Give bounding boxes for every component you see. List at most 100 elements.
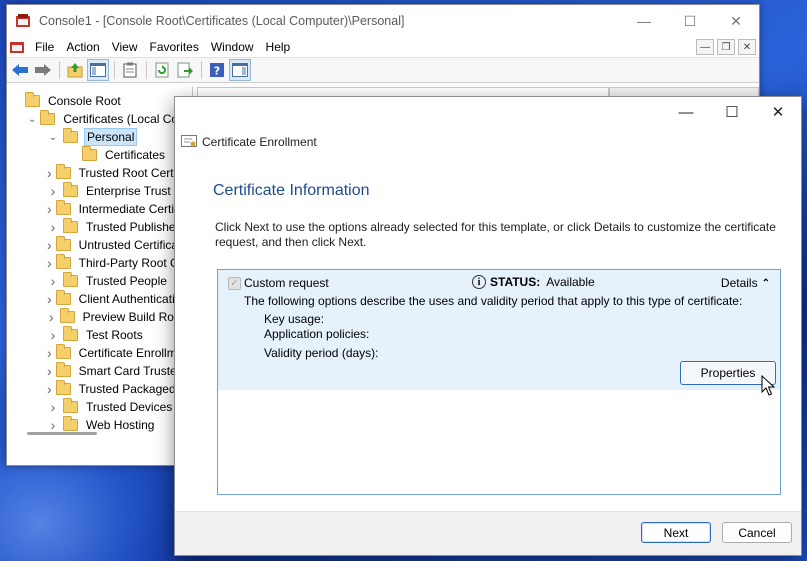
up-one-level-icon[interactable] (64, 59, 86, 81)
request-name: Custom request (244, 276, 329, 290)
minimize-icon[interactable]: — (621, 5, 667, 37)
console-tree: Console Root ⌄Certificates (Local Compute… (7, 87, 193, 443)
mmc-app-icon (15, 13, 31, 29)
folder-icon (59, 308, 75, 323)
certificate-icon (181, 135, 197, 149)
chevron-right-icon[interactable]: › (47, 201, 52, 217)
certificate-enrollment-dialog: — ☐ ✕ Certificate Enrollment Certificate… (174, 96, 802, 556)
tree-item[interactable]: › Test Roots (7, 326, 192, 344)
chevron-right-icon[interactable]: › (47, 309, 56, 325)
dialog-maximize-icon[interactable]: ☐ (709, 97, 755, 127)
folder-icon (55, 200, 71, 215)
back-arrow-icon[interactable] (9, 59, 31, 81)
tree-item[interactable]: › Preview Build Roots (7, 308, 192, 326)
menu-action[interactable]: Action (62, 37, 107, 57)
dialog-header: Certificate Enrollment (175, 133, 801, 151)
mouse-cursor-icon (761, 375, 776, 396)
tree-item-label: Certificates (105, 148, 166, 162)
tree-item[interactable]: ⌄Certificates (Local Computer) (7, 110, 192, 128)
tree-item[interactable]: ›Trusted Packaged App Installation Autho… (7, 380, 192, 398)
request-description: The following options describe the uses … (244, 294, 743, 308)
folder-icon (55, 164, 71, 179)
show-hide-tree-icon[interactable] (87, 59, 109, 81)
chevron-right-icon[interactable]: › (47, 165, 52, 181)
tree-item[interactable]: ›Intermediate Certification Authorities (7, 200, 192, 218)
status-indicator: i STATUS: Available (472, 275, 595, 289)
chevron-right-icon[interactable]: › (47, 219, 59, 235)
menu-favorites[interactable]: Favorites (146, 37, 207, 57)
dialog-title-bar: — ☐ ✕ (175, 97, 801, 127)
tree-item[interactable]: › Untrusted Certificates (7, 236, 192, 254)
request-item-custom[interactable]: ✓ Custom request i STATUS: Available Det… (218, 270, 780, 390)
chevron-right-icon[interactable]: › (47, 255, 52, 271)
folder-icon (40, 110, 56, 125)
tree-item[interactable]: ›Third-Party Root Certification Authorit… (7, 254, 192, 272)
mmc-window-title: Console1 - [Console Root\Certificates (L… (39, 14, 405, 28)
tree-item[interactable]: Console Root (7, 92, 192, 110)
folder-icon (55, 380, 71, 395)
folder-icon (63, 398, 78, 413)
menu-bar: File Action View Favorites Window Help —… (7, 37, 759, 57)
export-list-icon[interactable] (174, 59, 196, 81)
show-action-pane-icon[interactable] (229, 59, 251, 81)
tree-item[interactable]: Certificates (7, 146, 192, 164)
tree-item-label: Trusted Devices (86, 400, 173, 414)
close-icon[interactable]: ✕ (713, 5, 759, 37)
chevron-right-icon[interactable]: › (47, 291, 52, 307)
child-restore-icon[interactable]: ❐ (717, 39, 735, 55)
status-value: Available (546, 275, 595, 289)
next-button[interactable]: Next (641, 522, 711, 543)
dialog-close-icon[interactable]: ✕ (755, 97, 801, 127)
folder-icon (82, 146, 97, 161)
chevron-right-icon[interactable]: › (47, 273, 59, 289)
chevron-right-icon[interactable]: › (47, 363, 52, 379)
chevron-right-icon[interactable]: › (47, 183, 59, 199)
tree-item-label: Personal (84, 128, 138, 146)
tree-item[interactable]: ›Certificate Enrollment Requests (7, 344, 192, 362)
tree-item[interactable]: ⌄ Personal (7, 128, 192, 146)
tree-horizontal-scrollbar[interactable] (7, 428, 193, 438)
tree-item[interactable]: › Trusted Devices (7, 398, 192, 416)
clipboard-icon[interactable] (119, 59, 141, 81)
details-toggle[interactable]: Details ⌃ (721, 276, 770, 290)
info-icon: i (472, 275, 486, 289)
tree-item[interactable]: ›Smart Card Trusted Roots (7, 362, 192, 380)
tree-item-label: Console Root (48, 94, 121, 108)
request-checkbox[interactable]: ✓ (228, 277, 241, 290)
chevron-down-icon[interactable]: ⌄ (47, 132, 59, 143)
tree-item[interactable]: › Trusted People (7, 272, 192, 290)
tree-item[interactable]: › Enterprise Trust (7, 182, 192, 200)
tree-item[interactable]: ›Trusted Root Certification Authorities (7, 164, 192, 182)
chevron-right-icon[interactable]: › (47, 381, 52, 397)
dialog-minimize-icon[interactable]: — (663, 97, 709, 127)
folder-icon (63, 326, 78, 341)
menu-view[interactable]: View (108, 37, 146, 57)
chevron-right-icon[interactable]: › (47, 327, 59, 343)
tree-item-label: Trusted Publishers (86, 220, 186, 234)
menu-file[interactable]: File (31, 37, 62, 57)
folder-icon (63, 272, 78, 287)
cancel-button[interactable]: Cancel (722, 522, 792, 543)
chevron-right-icon[interactable]: › (47, 345, 52, 361)
maximize-icon[interactable]: ☐ (667, 5, 713, 37)
chevron-down-icon[interactable]: ⌄ (28, 114, 36, 125)
tree-item-label: Trusted People (86, 274, 167, 288)
tree-item[interactable]: ›Client Authentication Issuers (7, 290, 192, 308)
forward-arrow-icon[interactable] (32, 59, 54, 81)
chevron-right-icon[interactable]: › (47, 399, 59, 415)
child-close-icon[interactable]: ✕ (738, 39, 756, 55)
child-minimize-icon[interactable]: — (696, 39, 714, 55)
folder-icon (63, 218, 78, 233)
folder-icon (63, 182, 78, 197)
chevron-right-icon[interactable]: › (47, 237, 52, 253)
menu-window[interactable]: Window (207, 37, 262, 57)
tree-item[interactable]: › Trusted Publishers (7, 218, 192, 236)
refresh-icon[interactable] (151, 59, 173, 81)
menu-help[interactable]: Help (262, 37, 299, 57)
folder-icon (55, 290, 71, 305)
help-icon[interactable]: ? (206, 59, 228, 81)
intro-text: Click Next to use the options already se… (215, 220, 776, 249)
mmc-system-menu-icon[interactable] (9, 39, 25, 55)
folder-icon (55, 344, 71, 359)
key-usage-label: Key usage: (264, 312, 325, 326)
